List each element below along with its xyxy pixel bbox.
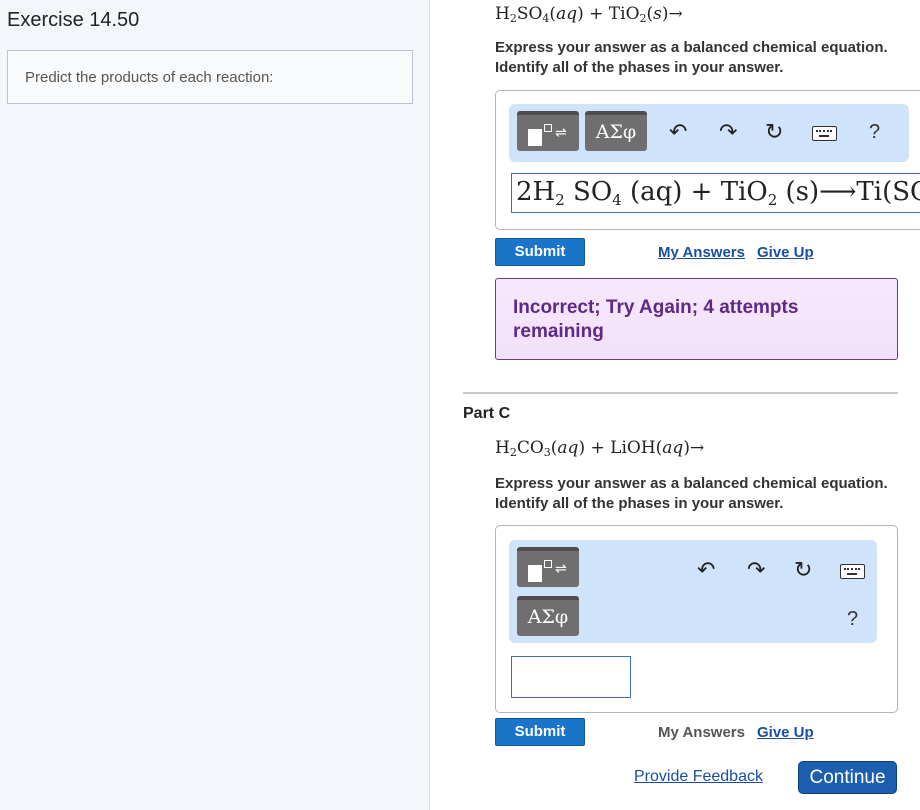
part-c-reaction: H2CO3(aq) + LiOH(aq)→: [495, 438, 705, 459]
reactant-2-phase: aq: [662, 438, 684, 458]
reactant-1-sub2: 3: [543, 446, 551, 459]
answer-sub: 4: [612, 191, 622, 209]
prompt-text: Predict the products of each reaction:: [25, 69, 274, 86]
greek-symbols-button[interactable]: ΑΣφ: [517, 596, 579, 636]
reactant-1-h: H: [495, 438, 510, 458]
part-b-instructions: Express your answer as a balanced chemic…: [495, 39, 888, 76]
part-b-submit-button[interactable]: Submit: [495, 238, 585, 266]
part-c-toolbar: ⇌ ΑΣφ ↶ ↷ ↻ ?: [509, 540, 877, 643]
undo-icon[interactable]: ↶: [697, 560, 715, 582]
plus-sign: +: [589, 4, 604, 24]
continue-button[interactable]: Continue: [798, 761, 897, 794]
part-c-answer-field[interactable]: [511, 656, 631, 698]
reactant-1-sub: 2: [509, 12, 517, 25]
part-b-answer-box: ⇌ ΑΣφ ↶ ↷ ↻ ? 2H2 SO4 (aq) + TiO2 (s)⟶Ti…: [495, 90, 920, 230]
part-b-answer-field[interactable]: 2H2 SO4 (aq) + TiO2 (s)⟶Ti(SO: [511, 173, 920, 213]
redo-icon[interactable]: ↷: [719, 122, 737, 144]
keyboard-icon[interactable]: [840, 564, 865, 579]
part-b-give-up-link[interactable]: Give Up: [757, 244, 814, 261]
plus-sign: +: [590, 438, 605, 458]
reaction-arrow: →: [668, 4, 683, 24]
prompt-box: Predict the products of each reaction:: [7, 50, 413, 104]
reactant-1-h: H: [495, 4, 510, 24]
answer-sub: 2: [767, 191, 778, 209]
undo-icon[interactable]: ↶: [669, 122, 687, 144]
exercise-title: Exercise 14.50: [7, 9, 140, 31]
part-b-my-answers-link[interactable]: My Answers: [658, 244, 745, 261]
reactant-1-co: CO: [516, 438, 544, 458]
part-c-answer-box: ⇌ ΑΣφ ↶ ↷ ↻ ?: [495, 525, 898, 713]
redo-icon[interactable]: ↷: [747, 560, 765, 582]
feedback-message: Incorrect; Try Again; 4 attempts remaini…: [513, 297, 799, 342]
greek-symbols-button[interactable]: ΑΣφ: [585, 111, 647, 151]
reset-icon[interactable]: ↻: [794, 560, 812, 582]
reaction-arrow: →: [689, 438, 705, 458]
answer-segment: (s)⟶Ti(SO: [777, 177, 920, 207]
reactant-2: LiOH: [610, 438, 656, 458]
answer-segment: 2H: [516, 177, 556, 207]
answer-sub: 2: [555, 191, 565, 209]
part-c-give-up-link[interactable]: Give Up: [757, 724, 814, 741]
reactant-1-so: SO: [516, 4, 543, 24]
part-b-toolbar: ⇌ ΑΣφ ↶ ↷ ↻ ?: [509, 104, 909, 162]
reactant-1-phase: aq: [557, 438, 579, 458]
part-c-instructions: Express your answer as a balanced chemic…: [495, 475, 888, 512]
reactant-2-sub: 2: [639, 12, 647, 25]
left-panel: Exercise 14.50 Predict the products of e…: [0, 0, 430, 810]
help-icon[interactable]: ?: [847, 608, 858, 631]
help-icon[interactable]: ?: [869, 121, 880, 144]
keyboard-icon[interactable]: [812, 126, 837, 141]
part-c-label: Part C: [463, 405, 511, 422]
templates-icon[interactable]: ⇌: [517, 111, 579, 151]
reactant-1-sub: 2: [509, 446, 517, 459]
templates-icon[interactable]: ⇌: [517, 547, 579, 587]
reactant-1-phase: aq: [556, 4, 578, 24]
incorrect-feedback-box: Incorrect; Try Again; 4 attempts remaini…: [495, 278, 898, 360]
reactant-1-sub2: 4: [542, 12, 550, 25]
answer-segment: SO: [564, 177, 613, 207]
part-c-submit-button[interactable]: Submit: [495, 718, 585, 746]
part-c-my-answers-label: My Answers: [658, 724, 745, 741]
reset-icon[interactable]: ↻: [765, 122, 783, 144]
answer-segment: (aq) + TiO: [621, 177, 768, 207]
reactant-2-phase: s: [653, 4, 662, 24]
provide-feedback-link[interactable]: Provide Feedback: [634, 768, 763, 786]
reactant-2: TiO: [608, 4, 640, 24]
section-divider: [463, 392, 898, 394]
part-b-reaction: H2SO4(aq) + TiO2(s)→: [495, 4, 683, 25]
